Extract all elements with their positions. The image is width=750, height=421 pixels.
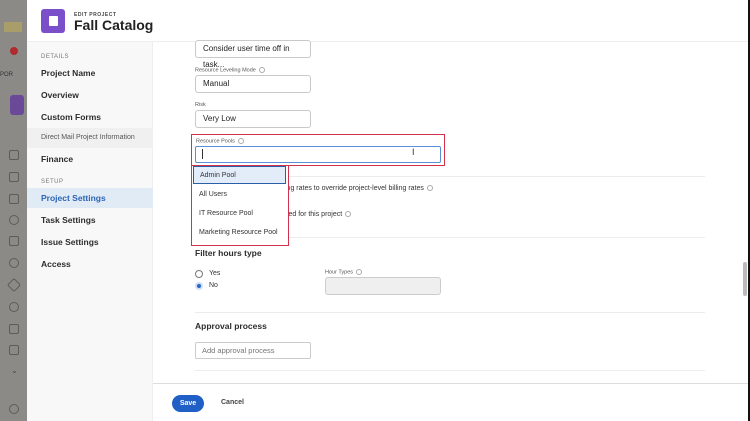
option-marketing-resource-pool[interactable]: Marketing Resource Pool	[193, 224, 286, 242]
risk-select[interactable]: Very Low	[195, 110, 311, 128]
doc-icon	[9, 172, 19, 182]
radio-no-label: No	[209, 282, 218, 289]
hour-types-select[interactable]	[325, 277, 441, 295]
sidebar-item-finance[interactable]: Finance	[27, 149, 153, 169]
help-icon[interactable]	[345, 211, 352, 218]
radio-yes-label: Yes	[209, 270, 221, 277]
page-title: Fall Catalog	[74, 17, 154, 33]
help-icon[interactable]	[237, 138, 244, 144]
leveling-mode-select[interactable]: Manual	[195, 75, 311, 93]
list-icon	[9, 345, 19, 355]
help-icon[interactable]	[258, 67, 265, 73]
sidebar-item-custom-forms[interactable]: Custom Forms	[27, 107, 153, 127]
chat-icon	[9, 258, 19, 268]
add-icon	[9, 404, 19, 414]
option-admin-pool[interactable]: Admin Pool	[193, 166, 286, 184]
sidebar-item-access[interactable]: Access	[27, 254, 153, 274]
hour-types-label: Hour Types	[325, 269, 363, 276]
leveling-mode-label-text: Resource Leveling Mode	[195, 67, 256, 74]
sidebar-item-direct-mail[interactable]: Direct Mail Project Information	[27, 128, 153, 148]
time-off-select[interactable]: Consider user time off in task...	[195, 40, 311, 69]
project-icon	[41, 9, 65, 33]
project-icon	[10, 95, 24, 115]
text-cursor	[202, 149, 203, 159]
approved-label: ved for this project	[285, 211, 343, 218]
check-icon	[9, 302, 19, 312]
sidebar-item-issue-settings[interactable]: Issue Settings	[27, 232, 153, 252]
risk-label: Risk	[195, 102, 206, 108]
sidebar-item-overview[interactable]: Overview	[27, 85, 153, 105]
option-it-resource-pool[interactable]: IT Resource Pool	[193, 205, 286, 223]
approval-process-title: Approval process	[195, 321, 267, 331]
sidebar-item-task-settings[interactable]: Task Settings	[27, 210, 153, 230]
diamond-icon	[6, 277, 22, 293]
approval-process-input[interactable]	[195, 342, 311, 359]
chevron-down-icon: ⌄	[11, 366, 18, 375]
help-icon[interactable]	[426, 185, 433, 192]
shield-icon	[10, 47, 18, 55]
resource-pools-label-text: Resource Pools	[196, 138, 235, 145]
resource-pools-input[interactable]	[195, 146, 441, 163]
leveling-mode-label: Resource Leveling Mode	[195, 67, 265, 73]
filter-hours-title: Filter hours type	[195, 248, 262, 258]
sidebar-section-details: DETAILS	[41, 54, 70, 60]
save-button[interactable]: Save	[172, 395, 204, 412]
divider	[195, 312, 705, 313]
task-icon	[9, 150, 19, 160]
ibeam-cursor-icon: I	[412, 147, 415, 157]
radio-yes[interactable]	[195, 270, 203, 278]
approved-text: ved for this project	[285, 211, 352, 218]
background-label: POR	[0, 72, 14, 78]
divider	[195, 370, 705, 371]
footer-divider	[153, 383, 748, 384]
billing-rates-text: ing rates to override project-level bill…	[285, 185, 433, 192]
scrollbar-thumb[interactable]	[743, 262, 747, 296]
resource-pools-label: Resource Pools	[196, 138, 244, 144]
warning-banner	[4, 22, 22, 32]
help-icon[interactable]	[356, 269, 363, 275]
doc-icon	[9, 194, 19, 204]
sidebar-item-project-settings[interactable]: Project Settings	[27, 188, 153, 208]
hour-types-label-text: Hour Types	[325, 269, 354, 276]
option-all-users[interactable]: All Users	[193, 186, 286, 204]
team-icon	[9, 324, 19, 334]
file-icon	[9, 236, 19, 246]
background-app-strip: POR ⌄	[0, 0, 27, 421]
chat-icon	[9, 215, 19, 225]
radio-no[interactable]	[195, 282, 203, 290]
sidebar-item-project-name[interactable]: Project Name	[27, 63, 153, 83]
sidebar-section-setup: SETUP	[41, 179, 64, 185]
billing-rates-label: ing rates to override project-level bill…	[285, 185, 424, 192]
cancel-button[interactable]: Cancel	[221, 399, 244, 406]
